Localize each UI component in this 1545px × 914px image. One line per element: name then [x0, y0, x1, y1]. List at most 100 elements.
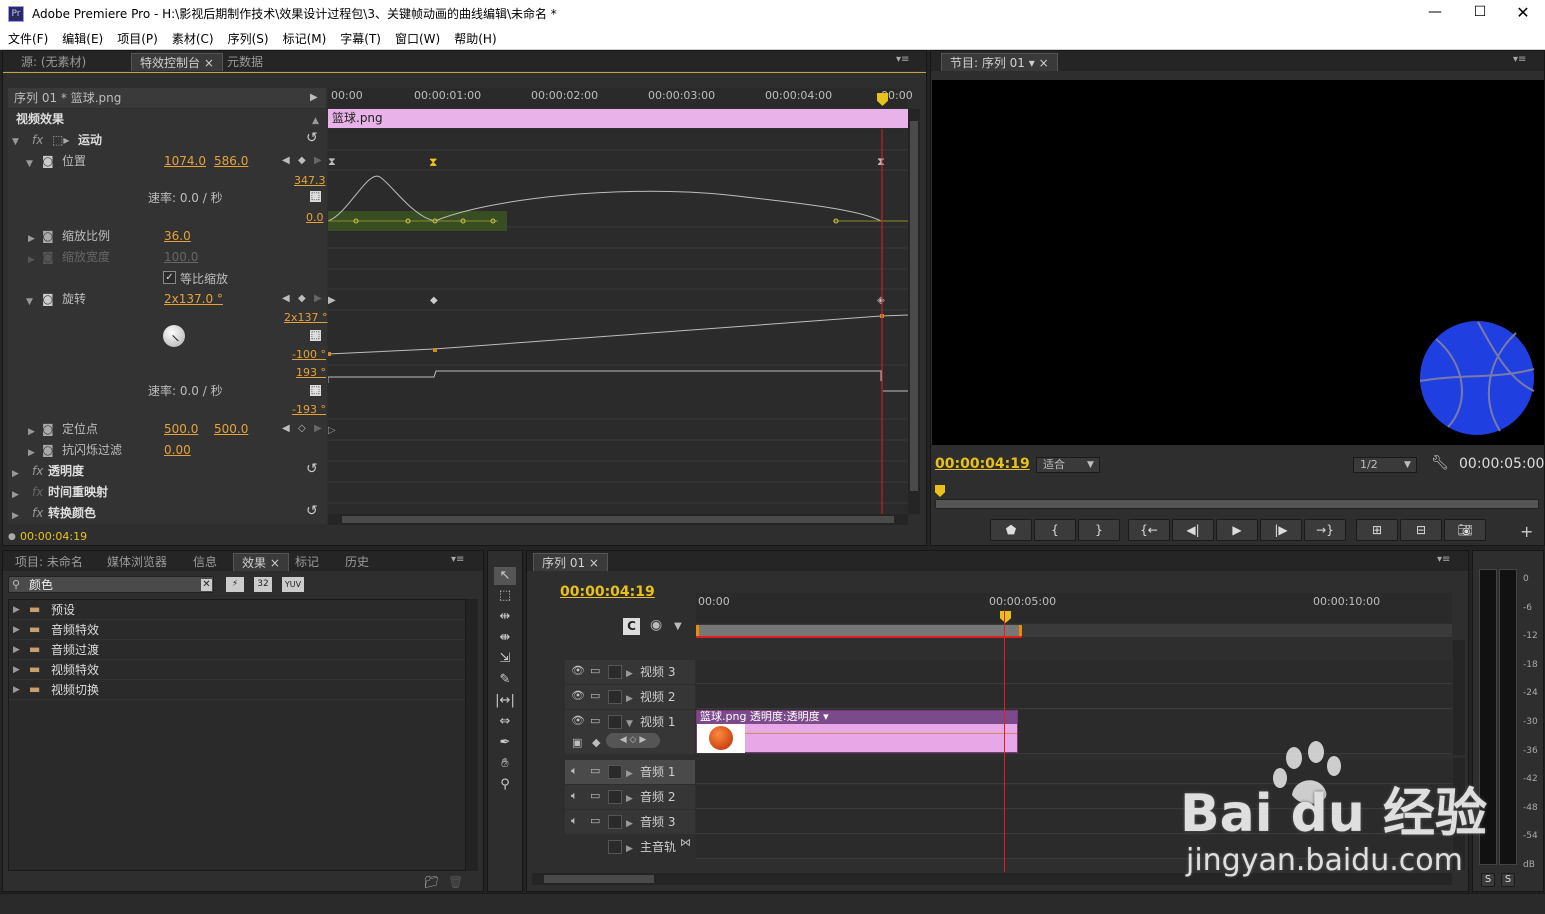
play-only-clip-icon[interactable]: ▶: [310, 90, 318, 106]
clear-search-icon[interactable]: ✕: [201, 579, 212, 591]
prev-keyframe-icon[interactable]: ◀: [282, 421, 290, 437]
anchor-expand-triangle-icon[interactable]: ▶: [28, 424, 35, 440]
tab-effects[interactable]: 效果 ×: [233, 553, 289, 571]
eye-icon[interactable]: 👁︎: [571, 663, 585, 679]
track-expand-triangle-icon[interactable]: ▼: [626, 716, 633, 732]
menu-item[interactable]: 素材(C): [165, 29, 221, 50]
add-keyframe-icon[interactable]: ◆: [298, 291, 306, 307]
prev-keyframe-icon[interactable]: ◀: [282, 291, 290, 307]
rotation-value[interactable]: 2x137.0 °: [164, 291, 223, 307]
wrench-icon[interactable]: 🔧︎: [1431, 455, 1449, 471]
transform-icon[interactable]: ⬚▸: [52, 132, 69, 148]
track-toggle[interactable]: [608, 665, 622, 679]
speaker-icon[interactable]: 🔈︎: [571, 763, 578, 779]
yuv-effects-badge[interactable]: YUV: [282, 577, 304, 592]
ec-timecode[interactable]: 00:00:04:19: [20, 529, 87, 545]
track-expand-triangle-icon[interactable]: ▶: [626, 791, 633, 807]
track-lock-icon[interactable]: ▭: [590, 788, 600, 804]
ec-clip-bar[interactable]: 篮球.png: [328, 109, 908, 128]
tab-markers[interactable]: 标记: [287, 553, 327, 571]
solo-right-button[interactable]: S: [1501, 873, 1515, 887]
accelerated-effects-icon[interactable]: ⚡: [226, 577, 244, 592]
tab-project[interactable]: 项目: 未命名: [7, 553, 91, 571]
tab-history[interactable]: 历史: [337, 553, 377, 571]
track-select-tool-icon[interactable]: ⬚: [494, 587, 516, 605]
effects-scrollbar[interactable]: [466, 599, 478, 871]
track-lock-icon[interactable]: ▭: [590, 713, 600, 729]
keyframe-graph[interactable]: ⧗ ⧗ ⧗ ▶ ◆ ◈ ▷: [328, 129, 908, 514]
speaker-icon[interactable]: 🔈︎: [571, 813, 578, 829]
folder-expand-triangle-icon[interactable]: ▶: [13, 642, 20, 658]
menu-item[interactable]: 序列(S): [221, 29, 276, 50]
razor-tool-icon[interactable]: ✎: [494, 671, 516, 689]
timeline-timecode[interactable]: 00:00:04:19: [560, 584, 655, 600]
add-button-icon[interactable]: +: [1520, 524, 1533, 540]
pen-tool-icon[interactable]: ✒: [494, 734, 516, 752]
panel-menu-icon[interactable]: ▾≡: [896, 54, 909, 65]
track-toggle[interactable]: [608, 840, 622, 854]
effects-folder-row[interactable]: ▶ ▬ 音频特效: [9, 620, 465, 640]
track-expand-triangle-icon[interactable]: ▶: [626, 766, 633, 782]
work-area-bar[interactable]: [696, 624, 1452, 638]
eye-icon[interactable]: 👁︎: [571, 713, 585, 729]
track-lock-icon[interactable]: ▭: [590, 763, 600, 779]
track-toggle[interactable]: [608, 815, 622, 829]
snap-icon[interactable]: C: [623, 618, 640, 635]
anchor-x-value[interactable]: 500.0: [164, 421, 198, 437]
delete-icon[interactable]: 🗑︎: [448, 874, 463, 890]
slide-tool-icon[interactable]: ⇔: [494, 713, 516, 731]
mark-out-button[interactable]: }: [1078, 519, 1120, 541]
color-replace-expand-triangle-icon[interactable]: ▶: [12, 508, 19, 524]
stopwatch-icon[interactable]: ◙: [42, 153, 54, 169]
track-toggle[interactable]: [608, 715, 622, 729]
stopwatch-icon[interactable]: ◙: [42, 442, 54, 458]
effects-folder-row[interactable]: ▶ ▬ 视频切换: [9, 680, 465, 700]
program-mini-timeline[interactable]: [935, 483, 1539, 513]
timeline-playhead-icon[interactable]: [1000, 611, 1011, 623]
selection-tool-icon[interactable]: ↖: [494, 567, 516, 585]
panel-menu-icon[interactable]: ▾≡: [451, 554, 464, 565]
minimize-button[interactable]: —: [1420, 4, 1450, 24]
position-y-value[interactable]: 586.0: [214, 153, 248, 169]
step-forward-button[interactable]: |▶: [1260, 519, 1302, 541]
effects-folder-row[interactable]: ▶ ▬ 预设: [9, 600, 465, 620]
folder-expand-triangle-icon[interactable]: ▶: [13, 602, 20, 618]
lift-button[interactable]: ⊞: [1356, 519, 1398, 541]
add-marker-button[interactable]: ⬟: [990, 519, 1032, 541]
play-button[interactable]: ▶: [1216, 519, 1258, 541]
stopwatch-icon[interactable]: ◙: [42, 228, 54, 244]
track-expand-triangle-icon[interactable]: ▶: [626, 666, 633, 682]
add-keyframe-icon[interactable]: ◇: [298, 421, 306, 437]
add-marker-icon[interactable]: ▼: [674, 619, 682, 635]
anchor-y-value[interactable]: 500.0: [214, 421, 248, 437]
track-lock-icon[interactable]: ▭: [590, 813, 600, 829]
eye-icon[interactable]: 👁︎: [571, 688, 585, 704]
fit-graph-icon[interactable]: ⬚: [310, 191, 321, 202]
fit-dropdown[interactable]: 适合 ▼: [1036, 457, 1100, 473]
rotation-dial[interactable]: [163, 325, 185, 347]
extract-button[interactable]: ⊟: [1400, 519, 1442, 541]
reset-icon[interactable]: ↺: [306, 130, 318, 146]
ec-vertical-scrollbar[interactable]: [908, 109, 920, 514]
timeline-vscroll-video[interactable]: [1453, 640, 1465, 755]
folder-expand-triangle-icon[interactable]: ▶: [13, 682, 20, 698]
scale-value[interactable]: 36.0: [164, 228, 191, 244]
menu-item[interactable]: 窗口(W): [388, 29, 447, 50]
opacity-expand-triangle-icon[interactable]: ▶: [12, 466, 19, 482]
next-keyframe-icon[interactable]: ▶: [314, 291, 322, 307]
ec-timeline-ruler[interactable]: 00:00 00:00:01:00 00:00:02:00 00:00:03:0…: [328, 88, 913, 108]
reset-icon[interactable]: ↺: [306, 461, 318, 477]
track-toggle[interactable]: [608, 790, 622, 804]
tab-sequence[interactable]: 序列 01 ×: [533, 553, 608, 571]
panel-menu-icon[interactable]: ▾≡: [1513, 54, 1526, 65]
next-keyframe-icon[interactable]: ▶: [314, 421, 322, 437]
solo-left-button[interactable]: S: [1481, 873, 1495, 887]
effects-folder-row[interactable]: ▶ ▬ 音频过渡: [9, 640, 465, 660]
close-button[interactable]: ✕: [1508, 3, 1538, 23]
collapse-triangle-icon[interactable]: ▲: [312, 113, 319, 129]
menu-item[interactable]: 字幕(T): [333, 29, 388, 50]
program-viewport[interactable]: [932, 80, 1544, 445]
position-expand-triangle-icon[interactable]: ▼: [26, 156, 33, 172]
track-lock-icon[interactable]: ▭: [590, 663, 600, 679]
video-3-lane[interactable]: [696, 660, 1452, 684]
